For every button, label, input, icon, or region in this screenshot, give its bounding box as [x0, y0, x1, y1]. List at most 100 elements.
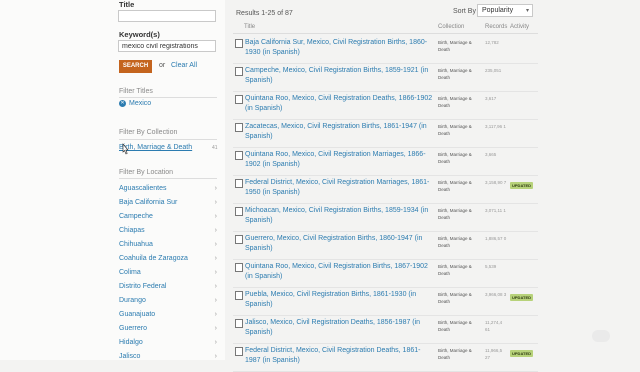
close-icon[interactable]: ✕ [119, 100, 126, 107]
table-row: Federal District, Mexico, Civil Registra… [233, 343, 538, 372]
records-cell: 3,158,90 7 [485, 180, 507, 185]
table-row: Jalisco, Mexico, Civil Registration Deat… [233, 315, 538, 344]
chevron-right-icon: › [214, 184, 217, 192]
result-title-link[interactable]: Puebla, Mexico, Civil Registration Birth… [245, 290, 435, 310]
collection-cell: Birth, Marriage & Death [438, 96, 472, 108]
search-button[interactable]: SEARCH [119, 60, 152, 73]
active-filter-label: Mexico [129, 100, 152, 107]
collection-cell: Birth, Marriage & Death [438, 40, 472, 52]
active-filter-chip[interactable]: ✕ Mexico [119, 100, 151, 107]
chevron-right-icon: › [214, 198, 217, 206]
records-cell: 11,274,4 61 [485, 320, 503, 332]
chevron-right-icon: › [214, 324, 217, 332]
table-row: Quintana Roo, Mexico, Civil Registration… [233, 147, 538, 176]
location-label: Durango [119, 296, 146, 304]
result-title-link[interactable]: Jalisco, Mexico, Civil Registration Deat… [245, 318, 435, 338]
collection-cell: Birth, Marriage & Death [438, 320, 472, 332]
records-cell: 12,782 [485, 40, 499, 45]
collection-cell: Birth, Marriage & Death [438, 152, 472, 164]
table-row: Quintana Roo, Mexico, Civil Registration… [233, 91, 538, 120]
collection-cell: Birth, Marriage & Death [438, 292, 472, 304]
location-item[interactable]: Durango › [119, 293, 217, 307]
collection-cell: Birth, Marriage & Death [438, 264, 472, 276]
or-text: or [159, 62, 166, 69]
sort-select[interactable]: Popularity ▾ [477, 4, 533, 17]
location-item[interactable]: Campeche › [119, 209, 217, 223]
updated-badge: UPDATED [510, 350, 534, 357]
table-row: Federal District, Mexico, Civil Registra… [233, 175, 538, 204]
location-item[interactable]: Baja California Sur › [119, 195, 217, 209]
records-cell: 3,966,08 3 [485, 292, 507, 297]
location-label: Distrito Federal [119, 282, 167, 290]
table-row: Michoacan, Mexico, Civil Registration Bi… [233, 203, 538, 232]
table-row: Baja California Sur, Mexico, Civil Regis… [233, 35, 538, 64]
chevron-right-icon: › [214, 268, 217, 276]
column-header-collection[interactable]: Collection [438, 24, 464, 30]
keyword-input[interactable] [118, 40, 216, 52]
updated-badge: UPDATED [510, 294, 534, 301]
result-title-link[interactable]: Quintana Roo, Mexico, Civil Registration… [245, 262, 435, 282]
document-icon [235, 67, 243, 76]
result-title-link[interactable]: Zacatecas, Mexico, Civil Registration Bi… [245, 122, 435, 142]
table-row: Campeche, Mexico, Civil Registration Bir… [233, 63, 538, 92]
keyword-label: Keyword(s) [119, 30, 160, 39]
records-cell: 3,665 [485, 152, 497, 157]
result-title-link[interactable]: Michoacan, Mexico, Civil Registration Bi… [245, 206, 435, 226]
location-item[interactable]: Chiapas › [119, 223, 217, 237]
title-label: Title [119, 0, 135, 9]
column-header-activity[interactable]: Activity [510, 24, 529, 30]
location-label: Campeche [119, 212, 153, 220]
location-label: Guanajuato [119, 310, 156, 318]
result-title-link[interactable]: Guerrero, Mexico, Civil Registration Bir… [245, 234, 435, 254]
column-header-title[interactable]: Title [244, 24, 255, 30]
document-icon [235, 151, 243, 160]
records-cell: 3,071,11 1 [485, 208, 506, 213]
table-row: Puebla, Mexico, Civil Registration Birth… [233, 287, 538, 316]
location-item[interactable]: Guerrero › [119, 321, 217, 335]
location-list: Aguascalientes › Baja California Sur › Cam… [119, 181, 217, 363]
result-title-link[interactable]: Baja California Sur, Mexico, Civil Regis… [245, 38, 435, 58]
chevron-right-icon: › [214, 310, 217, 318]
result-title-link[interactable]: Federal District, Mexico, Civil Registra… [245, 178, 435, 198]
document-icon [235, 235, 243, 244]
collection-count: 41 [212, 145, 218, 151]
records-cell: 11,966,5 27 [485, 348, 503, 360]
location-item[interactable]: Colima › [119, 265, 217, 279]
location-item[interactable]: Aguascalientes › [119, 181, 217, 195]
document-icon [235, 291, 243, 300]
location-item[interactable]: Distrito Federal › [119, 279, 217, 293]
location-label: Chiapas [119, 226, 145, 234]
location-item[interactable]: Hidalgo › [119, 335, 217, 349]
result-title-link[interactable]: Federal District, Mexico, Civil Registra… [245, 346, 435, 366]
document-icon [235, 179, 243, 188]
column-header-records[interactable]: Records [485, 24, 507, 30]
divider [119, 178, 217, 179]
location-item[interactable]: Coahuila de Zaragoza › [119, 251, 217, 265]
results-count: Results 1-25 of 87 [236, 10, 293, 17]
location-item[interactable]: Jalisco › [119, 349, 217, 363]
collection-cell: Birth, Marriage & Death [438, 348, 472, 360]
table-row: Quintana Roo, Mexico, Civil Registration… [233, 259, 538, 288]
chevron-right-icon: › [214, 296, 217, 304]
chat-widget-icon[interactable] [592, 330, 610, 342]
document-icon [235, 123, 243, 132]
chevron-right-icon: › [214, 352, 217, 360]
chevron-right-icon: › [214, 240, 217, 248]
location-label: Baja California Sur [119, 198, 178, 206]
result-title-link[interactable]: Campeche, Mexico, Civil Registration Bir… [245, 66, 435, 86]
location-label: Chihuahua [119, 240, 153, 248]
location-item[interactable]: Chihuahua › [119, 237, 217, 251]
collection-cell: Birth, Marriage & Death [438, 68, 472, 80]
title-input[interactable] [118, 10, 216, 22]
clear-all-link[interactable]: Clear All [171, 62, 197, 69]
chevron-right-icon: › [214, 338, 217, 346]
chevron-right-icon: › [214, 254, 217, 262]
result-title-link[interactable]: Quintana Roo, Mexico, Civil Registration… [245, 94, 435, 114]
records-cell: 235,051 [485, 68, 502, 73]
location-item[interactable]: Guanajuato › [119, 307, 217, 321]
table-row: Guerrero, Mexico, Civil Registration Bir… [233, 231, 538, 260]
records-cell: 3,117,96 1 [485, 124, 506, 129]
document-icon [235, 95, 243, 104]
result-title-link[interactable]: Quintana Roo, Mexico, Civil Registration… [245, 150, 435, 170]
sort-label: Sort By [453, 8, 476, 15]
